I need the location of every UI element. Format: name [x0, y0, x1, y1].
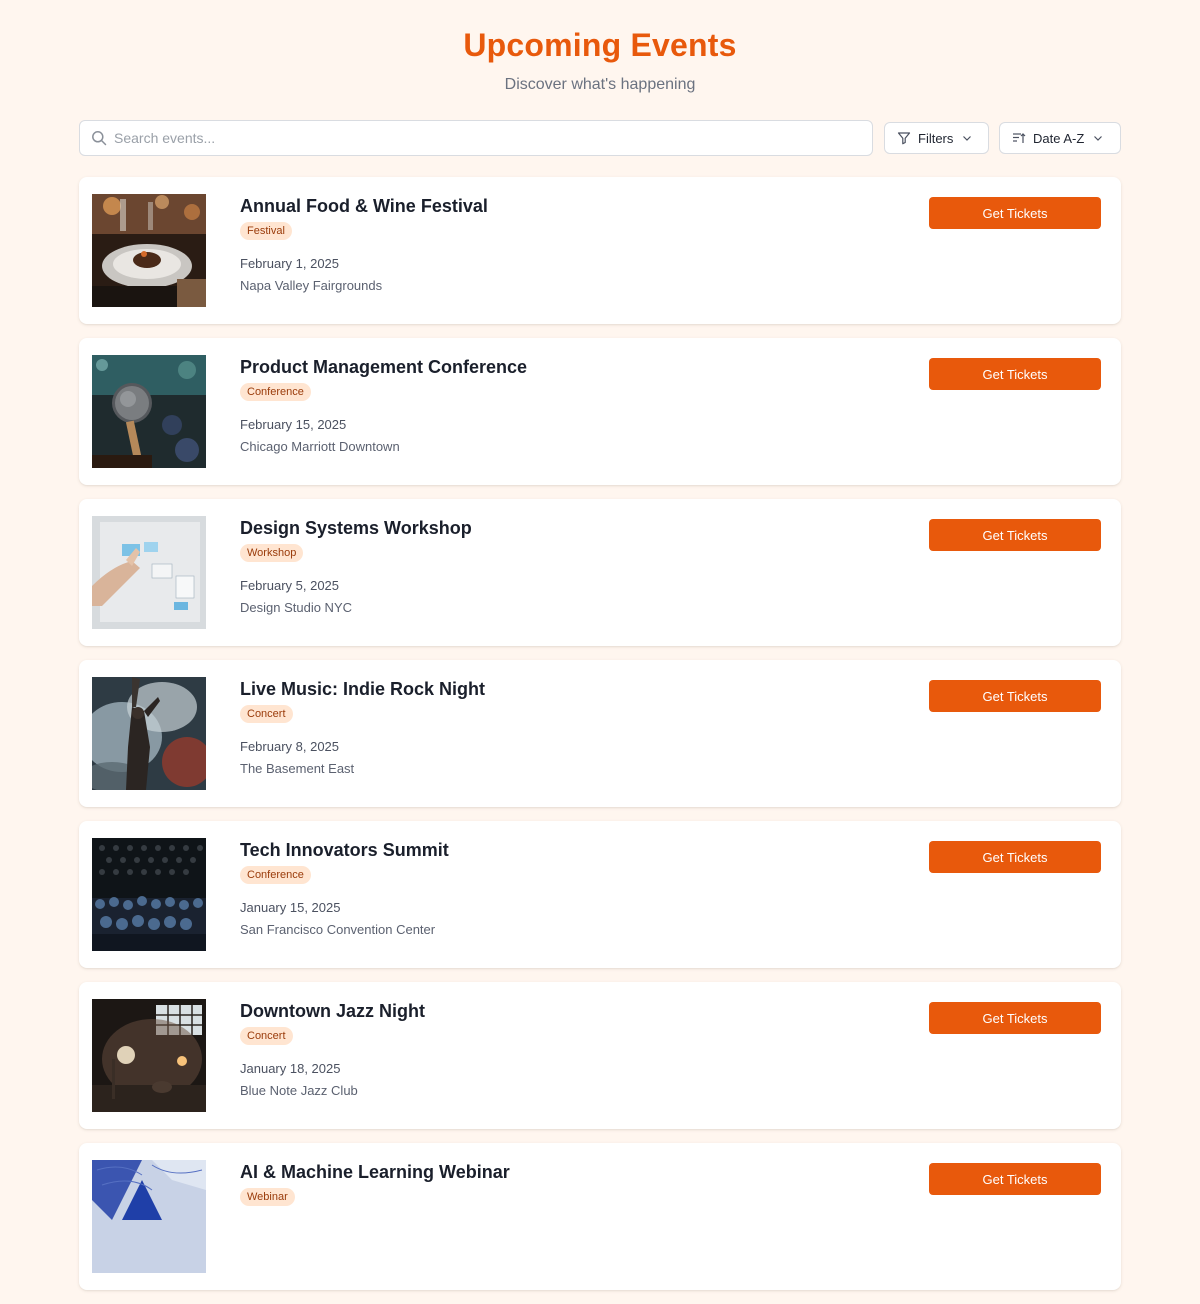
event-info: Downtown Jazz Night Concert January 18, … [240, 1000, 425, 1098]
event-image [92, 677, 206, 790]
event-card: Downtown Jazz Night Concert January 18, … [79, 982, 1121, 1129]
event-info: Product Management Conference Conference… [240, 356, 527, 454]
page-header: Upcoming Events Discover what's happenin… [0, 0, 1200, 94]
event-venue: Blue Note Jazz Club [240, 1083, 358, 1098]
get-tickets-button[interactable]: Get Tickets [929, 1002, 1101, 1034]
page-subtitle: Discover what's happening [504, 76, 696, 93]
filters-button[interactable]: Filters [884, 122, 989, 154]
search-input[interactable] [114, 121, 854, 155]
sort-button[interactable]: Date A-Z [999, 122, 1121, 154]
whiteboard-notes-photo [92, 516, 206, 629]
concert-smoke-photo [92, 677, 206, 790]
event-card: Annual Food & Wine Festival Festival Feb… [79, 177, 1121, 324]
event-card: Product Management Conference Conference… [79, 338, 1121, 485]
event-image [92, 999, 206, 1112]
category-badge: Conference [240, 383, 311, 401]
search-icon [92, 131, 107, 146]
event-card: AI & Machine Learning Webinar Webinar Ge… [79, 1143, 1121, 1290]
event-info: Live Music: Indie Rock Night Concert Feb… [240, 678, 485, 776]
category-badge: Concert [240, 1027, 293, 1045]
event-info: AI & Machine Learning Webinar Webinar [240, 1161, 510, 1206]
sort-icon [1013, 133, 1026, 143]
event-info: Design Systems Workshop Workshop Februar… [240, 517, 472, 615]
event-card: Tech Innovators Summit Conference Januar… [79, 821, 1121, 968]
event-title: Product Management Conference [240, 357, 528, 377]
event-card: Design Systems Workshop Workshop Februar… [79, 499, 1121, 646]
filters-label: Filters [918, 130, 954, 146]
get-tickets-button[interactable]: Get Tickets [929, 197, 1101, 229]
category-badge: Festival [240, 222, 292, 240]
category-badge: Workshop [240, 544, 304, 562]
get-tickets-button[interactable]: Get Tickets [929, 841, 1101, 873]
event-date: February 15, 2025 [240, 417, 347, 432]
event-venue: Design Studio NYC [240, 600, 352, 615]
event-title: Tech Innovators Summit [240, 840, 449, 860]
event-title: Annual Food & Wine Festival [240, 196, 488, 216]
jazz-stage-photo [92, 999, 206, 1112]
get-tickets-button[interactable]: Get Tickets [929, 1163, 1101, 1195]
event-image [92, 838, 206, 951]
event-date: January 18, 2025 [240, 1061, 341, 1076]
event-venue: Napa Valley Fairgrounds [240, 278, 383, 293]
event-date: January 15, 2025 [240, 900, 341, 915]
event-info: Annual Food & Wine Festival Festival Feb… [240, 195, 488, 293]
get-tickets-button[interactable]: Get Tickets [929, 358, 1101, 390]
search-box[interactable] [79, 120, 873, 156]
category-badge: Conference [240, 866, 311, 884]
event-date: February 5, 2025 [240, 578, 340, 593]
event-venue: The Basement East [240, 761, 355, 776]
chevron-down-icon [963, 136, 972, 141]
event-image [92, 355, 206, 468]
event-date: February 1, 2025 [240, 256, 340, 271]
event-image [92, 516, 206, 629]
page-title: Upcoming Events [463, 27, 737, 63]
chevron-down-icon [1094, 136, 1103, 141]
abstract-blue-photo [92, 1160, 206, 1273]
toolbar: Filters Date A-Z [79, 120, 1121, 156]
get-tickets-button[interactable]: Get Tickets [929, 680, 1101, 712]
event-list: Annual Food & Wine Festival Festival Feb… [79, 177, 1121, 1304]
event-title: Design Systems Workshop [240, 518, 472, 538]
event-info: Tech Innovators Summit Conference Januar… [240, 839, 449, 937]
event-date: February 8, 2025 [240, 739, 340, 754]
event-image [92, 194, 206, 307]
microphone-photo [92, 355, 206, 468]
auditorium-audience-photo [92, 838, 206, 951]
category-badge: Webinar [240, 1188, 295, 1206]
event-title: Downtown Jazz Night [240, 1001, 425, 1021]
event-image [92, 1160, 206, 1273]
get-tickets-button[interactable]: Get Tickets [929, 519, 1101, 551]
sort-label: Date A-Z [1033, 130, 1085, 146]
event-title: AI & Machine Learning Webinar [240, 1162, 510, 1182]
event-venue: San Francisco Convention Center [240, 922, 436, 937]
dinner-plate-photo [92, 194, 206, 307]
event-venue: Chicago Marriott Downtown [240, 439, 400, 454]
category-badge: Concert [240, 705, 293, 723]
event-card: Live Music: Indie Rock Night Concert Feb… [79, 660, 1121, 807]
event-title: Live Music: Indie Rock Night [240, 679, 486, 699]
filter-icon [897, 132, 911, 145]
